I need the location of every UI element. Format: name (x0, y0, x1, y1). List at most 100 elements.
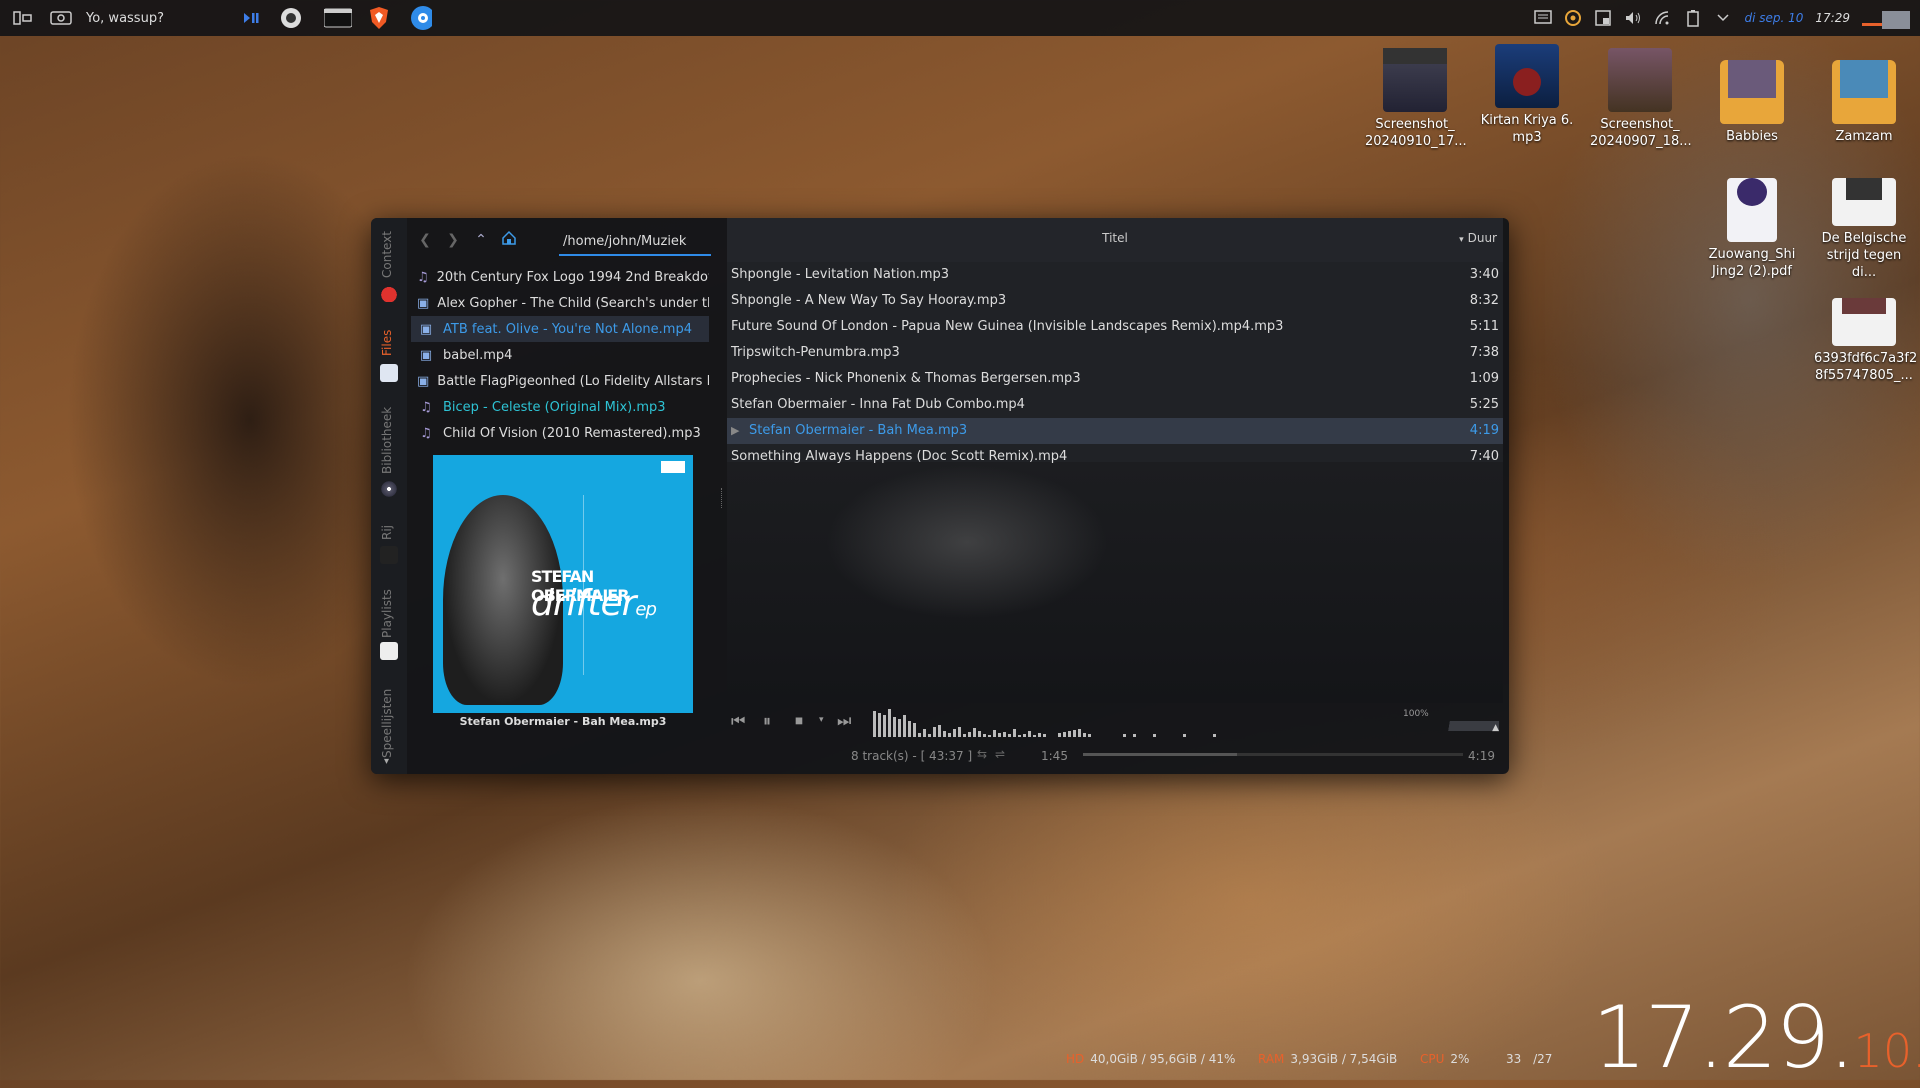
track-duration: 5:25 (1469, 397, 1499, 412)
track-duration: 1:09 (1469, 371, 1499, 386)
playlist-row[interactable]: Shpongle - A New Way To Say Hooray.mp3 8:… (727, 288, 1503, 314)
hd-value: 40,0GiB / 95,6GiB / 41% (1090, 1052, 1236, 1066)
stop-icon[interactable]: ⏹ (795, 711, 803, 731)
desktop-icon-folder-babbies[interactable]: Babbies (1702, 48, 1802, 145)
spectrum-bar (1063, 732, 1066, 737)
video-file-icon: ▣ (419, 347, 433, 363)
spectrum-bar (1078, 729, 1081, 737)
forward-arrow-icon[interactable]: ❯ (439, 232, 467, 248)
spectrum-bar (1008, 734, 1011, 737)
ram-value: 3,93GiB / 7,54GiB (1290, 1052, 1398, 1066)
repeat-icon[interactable]: ⇆ (977, 747, 987, 761)
top-panel: Yo, wassup? di sep. 10 17:29 (0, 0, 1920, 36)
file-name: 20th Century Fox Logo 1994 2nd Breakdown… (436, 269, 709, 285)
panel-pager[interactable] (1862, 7, 1910, 29)
tabs-scroll-down-icon[interactable]: ▾ (384, 756, 389, 767)
window-switcher-icon[interactable] (12, 7, 34, 29)
desktop-icon-screenshot-1[interactable]: Screenshot_ 20240910_17... (1365, 48, 1467, 150)
queue-icon (380, 546, 398, 564)
volume-icon[interactable] (1624, 9, 1642, 27)
spectrum-bar (883, 715, 886, 737)
track-title: Tripswitch-Penumbra.mp3 (731, 345, 900, 360)
file-row[interactable]: ▣ ATB feat. Olive - You're Not Alone.mp4 (411, 316, 709, 342)
track-title: Prophecies - Nick Phonenix & Thomas Berg… (731, 371, 1081, 386)
volume-slider[interactable]: 100% (1399, 707, 1499, 733)
video-file-icon: ▣ (419, 321, 433, 337)
playlist-row[interactable]: Prophecies - Nick Phonenix & Thomas Berg… (727, 366, 1503, 392)
desktop-icon-image[interactable]: 6393fdf6c7a3f2 8f55747805_... (1814, 284, 1917, 384)
previous-icon[interactable]: ⏮ (731, 711, 745, 731)
column-duration-label: Duur (1467, 231, 1497, 245)
shuffle-icon[interactable]: ⇌ (995, 747, 1005, 761)
seek-fill (1083, 753, 1237, 756)
file-name: Alex Gopher - The Child (Search's under … (437, 295, 709, 311)
desktop-icon-pdf[interactable]: Zuowang_Shi Jing2 (2).pdf (1702, 160, 1802, 280)
column-duration[interactable]: ▾ Duur (1459, 231, 1497, 245)
panel-date[interactable]: di sep. 10 (1744, 11, 1803, 25)
screenshot-icon[interactable] (50, 7, 72, 29)
player-app-icon[interactable] (410, 6, 432, 30)
file-row[interactable]: ♫ Bicep - Celeste (Original Mix).mp3 (411, 394, 709, 420)
battery-icon[interactable] (1684, 9, 1702, 27)
updates-icon[interactable] (1564, 9, 1582, 27)
notes-icon[interactable] (1534, 9, 1553, 27)
panel-time[interactable]: 17:29 (1815, 11, 1850, 25)
ram-monitor: RAM 3,93GiB / 7,54GiB (1258, 1052, 1397, 1066)
desktop-icon-label: Kirtan Kriya 6. mp3 (1480, 113, 1574, 145)
temp-value-2: /27 (1533, 1052, 1553, 1066)
playlists-icon (380, 642, 398, 660)
tab-playlists[interactable]: Playlists (371, 578, 407, 688)
terminal-app-icon[interactable] (323, 7, 352, 29)
up-arrow-icon[interactable]: ⌃ (467, 232, 495, 248)
playlist-row[interactable]: Something Always Happens (Doc Scott Remi… (727, 444, 1503, 470)
system-tray: di sep. 10 17:29 (1534, 0, 1920, 36)
desktop-icon-screenshot-2[interactable]: Screenshot_ 20240907_18... (1590, 48, 1692, 150)
wifi-icon[interactable] (1654, 9, 1672, 27)
back-arrow-icon[interactable]: ❮ (411, 232, 439, 248)
spectrum-bar (1013, 729, 1016, 737)
desktop-icon-mp3[interactable]: Kirtan Kriya 6. mp3 (1477, 44, 1577, 146)
next-icon[interactable]: ⏭ (837, 711, 851, 731)
obs-app-icon[interactable] (280, 7, 302, 29)
play-pause-icon[interactable] (240, 7, 262, 29)
spectrum-bar (1073, 730, 1076, 737)
desktop-icon-document[interactable]: De Belgische strijd tegen di... (1814, 168, 1914, 281)
music-file-icon: ♫ (420, 399, 432, 415)
strawberry-icon (380, 284, 398, 302)
playlist-row[interactable]: Tripswitch-Penumbra.mp3 7:38 (727, 340, 1503, 366)
desktop-icon-label: Screenshot_ 20240907_18... (1590, 117, 1692, 149)
desktop-icon-folder-zamzam[interactable]: Zamzam (1814, 48, 1914, 145)
hd-monitor: HD 40,0GiB / 95,6GiB / 41% (1066, 1052, 1235, 1066)
tab-context[interactable]: Context (371, 218, 407, 302)
player-controls: ⏮ ⏸ ⏹ ▾ ⏭ 100% ▲ 8 track(s) - [ 43:37 ] … (727, 703, 1503, 774)
tab-speellijsten[interactable]: Speellijsten (371, 688, 407, 758)
tab-rij[interactable]: Rij (371, 518, 407, 578)
tab-label: Playlists (380, 589, 394, 638)
file-row[interactable]: ▣ Battle FlagPigeonhed (Lo Fidelity Allst… (411, 368, 709, 394)
music-file-icon: ♫ (417, 269, 429, 285)
tray-expand-chevron-icon[interactable] (1714, 9, 1732, 27)
desktop-icon-label: Zamzam (1835, 129, 1893, 144)
seek-slider[interactable] (1083, 753, 1463, 756)
brave-browser-icon[interactable] (368, 7, 390, 29)
file-row[interactable]: ▣ Alex Gopher - The Child (Search's under… (411, 290, 709, 316)
file-row[interactable]: ▣ babel.mp4 (411, 342, 709, 368)
spectrum-bar (993, 730, 996, 737)
playlist-row[interactable]: ▶ Stefan Obermaier - Bah Mea.mp3 4:19 (727, 418, 1503, 444)
path-input[interactable]: /home/john/Muziek (559, 230, 711, 256)
file-row[interactable]: ♫ 20th Century Fox Logo 1994 2nd Breakdow… (411, 264, 709, 290)
file-row[interactable]: ♫ Child Of Vision (2010 Remastered).mp3 (411, 420, 709, 446)
tab-bibliotheek[interactable]: Bibliotheek (371, 404, 407, 514)
expand-up-icon[interactable]: ▲ (1492, 723, 1499, 733)
pause-icon[interactable]: ⏸ (763, 711, 771, 731)
playlist-row[interactable]: Shpongle - Levitation Nation.mp3 3:40 (727, 262, 1503, 288)
spectrum-bar (1123, 734, 1126, 737)
splitter-handle[interactable] (721, 488, 725, 508)
tab-files[interactable]: Files (371, 318, 407, 404)
clipboard-icon[interactable] (1594, 9, 1612, 27)
column-title[interactable]: Titel (727, 231, 1503, 245)
stop-menu-chevron-icon[interactable]: ▾ (819, 715, 824, 725)
home-icon[interactable] (495, 230, 523, 250)
playlist-row[interactable]: Stefan Obermaier - Inna Fat Dub Combo.mp… (727, 392, 1503, 418)
playlist-row[interactable]: Future Sound Of London - Papua New Guine… (727, 314, 1503, 340)
